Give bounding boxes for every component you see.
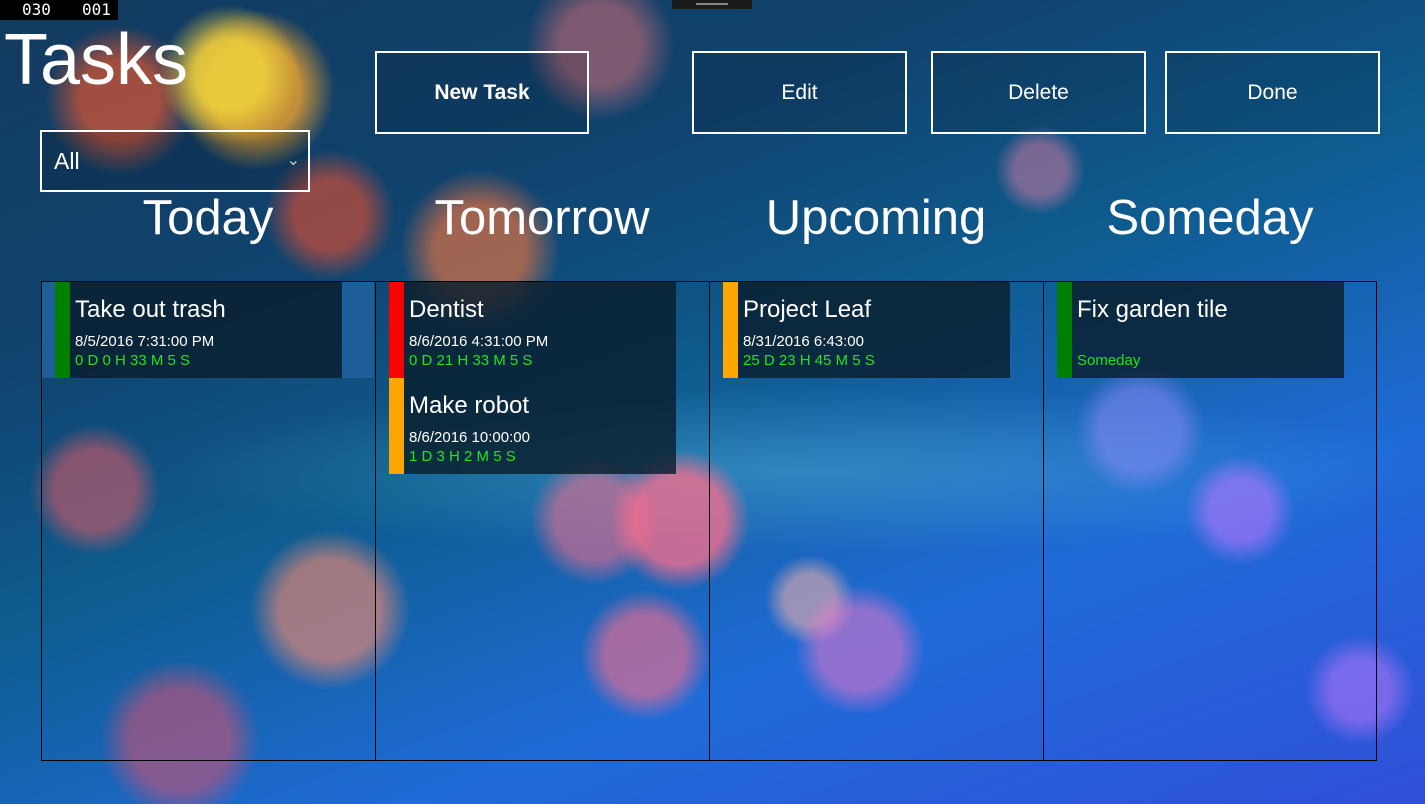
column-header-today: Today [142, 191, 274, 245]
task-date: 8/31/2016 6:43:00 [743, 333, 864, 350]
window-drag-handle[interactable] [672, 0, 752, 9]
priority-bar [389, 378, 404, 474]
priority-bar [1057, 282, 1072, 378]
chevron-down-icon: ⌄ [286, 150, 300, 169]
column-tomorrow[interactable]: Dentist 8/6/2016 4:31:00 PM 0 D 21 H 33 … [375, 281, 710, 761]
filter-dropdown[interactable]: All ⌄ [40, 130, 310, 192]
selection-edge-right [342, 282, 374, 378]
task-remaining: 0 D 0 H 33 M 5 S [75, 352, 191, 369]
task-card[interactable]: Fix garden tile Someday [1057, 282, 1344, 378]
priority-bar [723, 282, 738, 378]
task-remaining: 0 D 21 H 33 M 5 S [409, 352, 533, 369]
task-card[interactable]: Dentist 8/6/2016 4:31:00 PM 0 D 21 H 33 … [389, 282, 676, 378]
task-remaining: Someday [1077, 352, 1141, 369]
new-task-button[interactable]: New Task [375, 51, 589, 134]
delete-button[interactable]: Delete [931, 51, 1146, 134]
column-upcoming[interactable]: Project Leaf 8/31/2016 6:43:00 25 D 23 H… [709, 281, 1044, 761]
frame-counter-left: 030 [22, 0, 51, 19]
done-button[interactable]: Done [1165, 51, 1380, 134]
grip-line [696, 3, 728, 5]
task-date: 8/5/2016 7:31:00 PM [75, 333, 215, 350]
task-card[interactable]: Make robot 8/6/2016 10:00:00 1 D 3 H 2 M… [389, 378, 676, 474]
edit-button[interactable]: Edit [692, 51, 907, 134]
task-name: Fix garden tile [1077, 296, 1228, 323]
task-name: Dentist [409, 296, 484, 323]
task-remaining: 1 D 3 H 2 M 5 S [409, 448, 516, 465]
task-card[interactable]: Project Leaf 8/31/2016 6:43:00 25 D 23 H… [723, 282, 1010, 378]
task-remaining: 25 D 23 H 45 M 5 S [743, 352, 875, 369]
task-name: Take out trash [75, 296, 226, 323]
filter-selected-value: All [54, 148, 80, 174]
task-name: Project Leaf [743, 296, 872, 323]
task-name: Make robot [409, 392, 530, 419]
task-date: 8/6/2016 4:31:00 PM [409, 333, 549, 350]
frame-counter-right: 001 [82, 0, 111, 19]
priority-bar [389, 282, 404, 378]
column-header-tomorrow: Tomorrow [434, 191, 650, 245]
column-today[interactable]: Take out trash 8/5/2016 7:31:00 PM 0 D 0… [41, 281, 376, 761]
task-card[interactable]: Take out trash 8/5/2016 7:31:00 PM 0 D 0… [55, 282, 342, 378]
frame-counter: 030 001 [0, 0, 118, 20]
priority-bar [55, 282, 70, 378]
column-someday[interactable]: Fix garden tile Someday [1043, 281, 1377, 761]
task-date: 8/6/2016 10:00:00 [409, 429, 530, 446]
page-title: Tasks [4, 20, 189, 100]
column-header-someday: Someday [1106, 191, 1314, 245]
column-header-upcoming: Upcoming [765, 191, 987, 245]
